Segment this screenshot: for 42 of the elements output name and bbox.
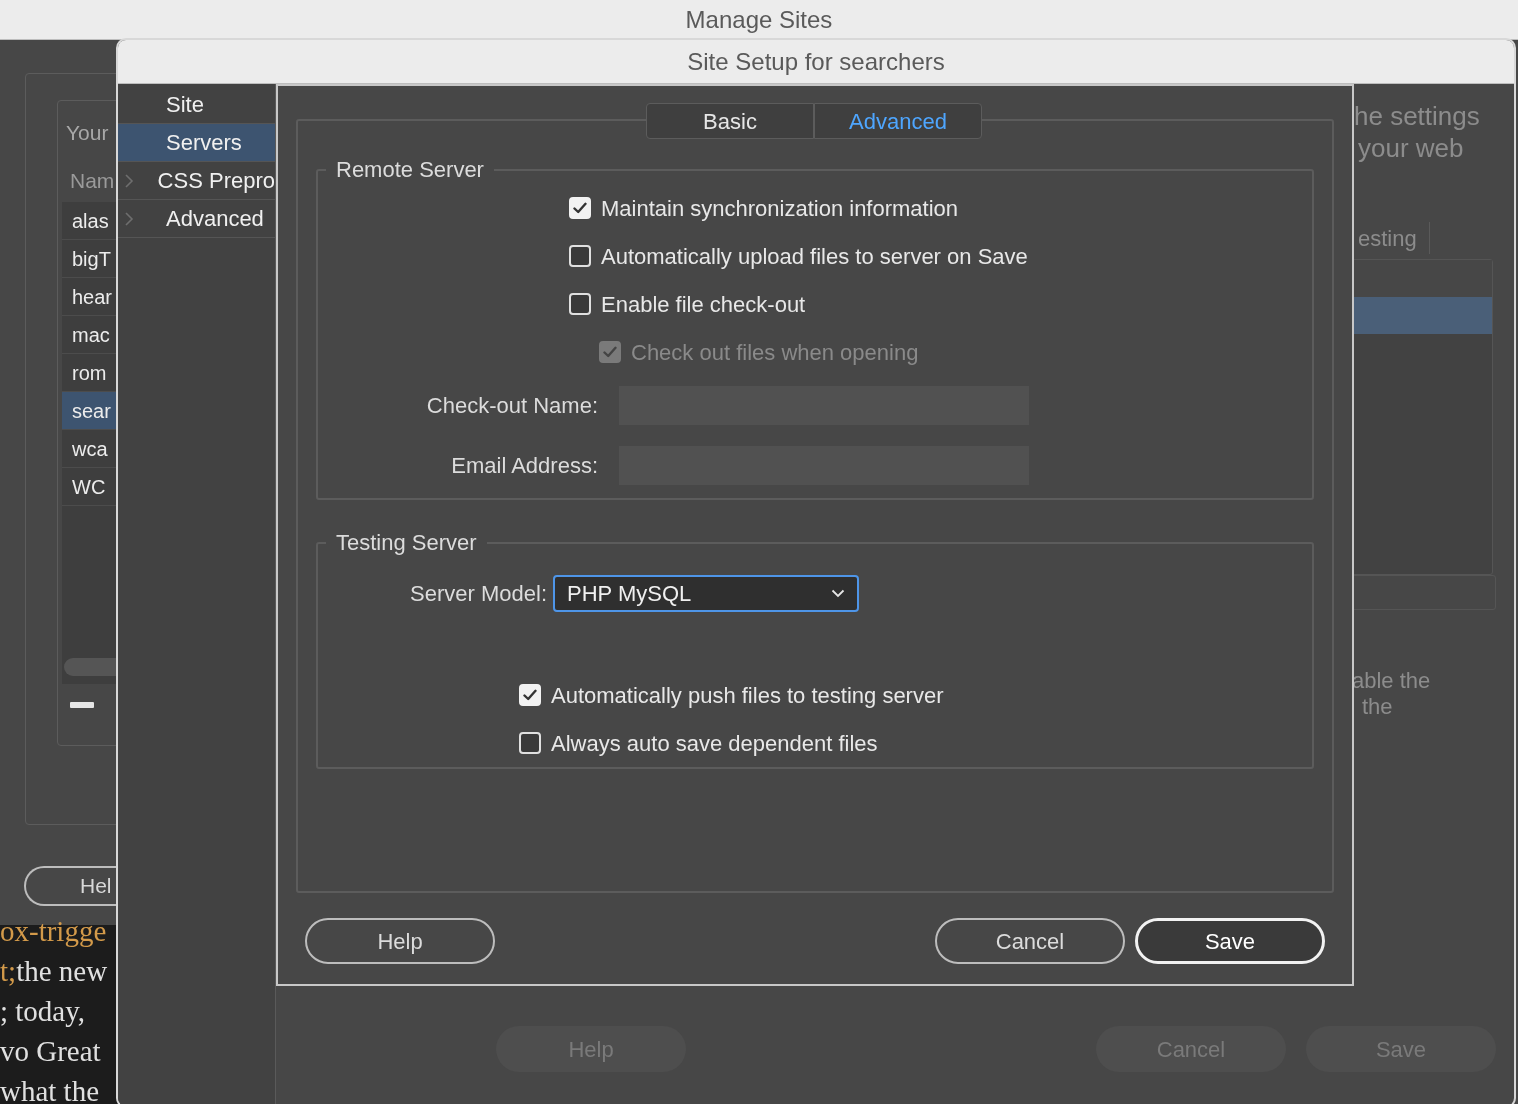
panel-heading: Your	[66, 120, 109, 146]
document-line: what the	[0, 1074, 101, 1104]
minus-icon[interactable]	[70, 702, 94, 708]
checkmark-icon	[573, 202, 587, 214]
checkbox-label: Check out files when opening	[631, 338, 919, 367]
group-legend: Remote Server	[326, 153, 494, 186]
checkbox-label: Automatically upload files to server on Save	[601, 242, 1028, 271]
checkbox-label: Always auto save dependent files	[551, 729, 878, 758]
note-text: able the	[1352, 668, 1431, 694]
group-legend: Testing Server	[326, 526, 487, 559]
tab[interactable]: Advanced	[814, 103, 982, 139]
checkbox-label: Automatically push files to testing server	[551, 681, 944, 710]
tab[interactable]: Basic	[646, 103, 814, 139]
note-text: the	[1361, 694, 1394, 720]
document-line: ; today,	[0, 994, 87, 1029]
category-item[interactable]: Advanced	[118, 200, 275, 238]
checkbox-label: Enable file check-out	[601, 290, 806, 319]
column-header: esting	[1358, 224, 1417, 253]
chevron-right-icon[interactable]	[124, 172, 134, 189]
checkbox-label: Maintain synchronization information	[601, 194, 959, 223]
window-title: Site Setup for searchers	[687, 46, 945, 77]
chevron-down-icon	[831, 589, 845, 598]
dialog-button[interactable]: Cancel	[935, 918, 1125, 964]
document-line: t;the new	[0, 954, 109, 989]
document-line: ox-trigge	[0, 914, 108, 949]
window-title: Manage Sites	[685, 4, 833, 35]
site-list-row[interactable]: sear	[62, 392, 117, 430]
field-label: Email Address:	[450, 452, 598, 480]
document-line: vo Great	[0, 1034, 102, 1069]
dialog-button[interactable]: Help	[305, 918, 495, 964]
chevron-right-icon[interactable]	[124, 210, 134, 227]
category-item[interactable]: Servers	[118, 124, 275, 162]
description-text: your web	[1357, 132, 1465, 164]
server-model-select[interactable]: PHP MySQL	[553, 575, 859, 612]
description-text: he settings	[1354, 100, 1480, 132]
field-label: Server Model:	[409, 580, 547, 608]
dialog-button[interactable]: Save	[1135, 918, 1325, 964]
field-label: Check-out Name:	[425, 392, 598, 420]
checkmark-icon	[523, 689, 537, 701]
checkmark-icon	[603, 346, 617, 358]
column-header: Nam	[70, 167, 115, 194]
category-item[interactable]: CSS Prepro	[118, 162, 275, 200]
